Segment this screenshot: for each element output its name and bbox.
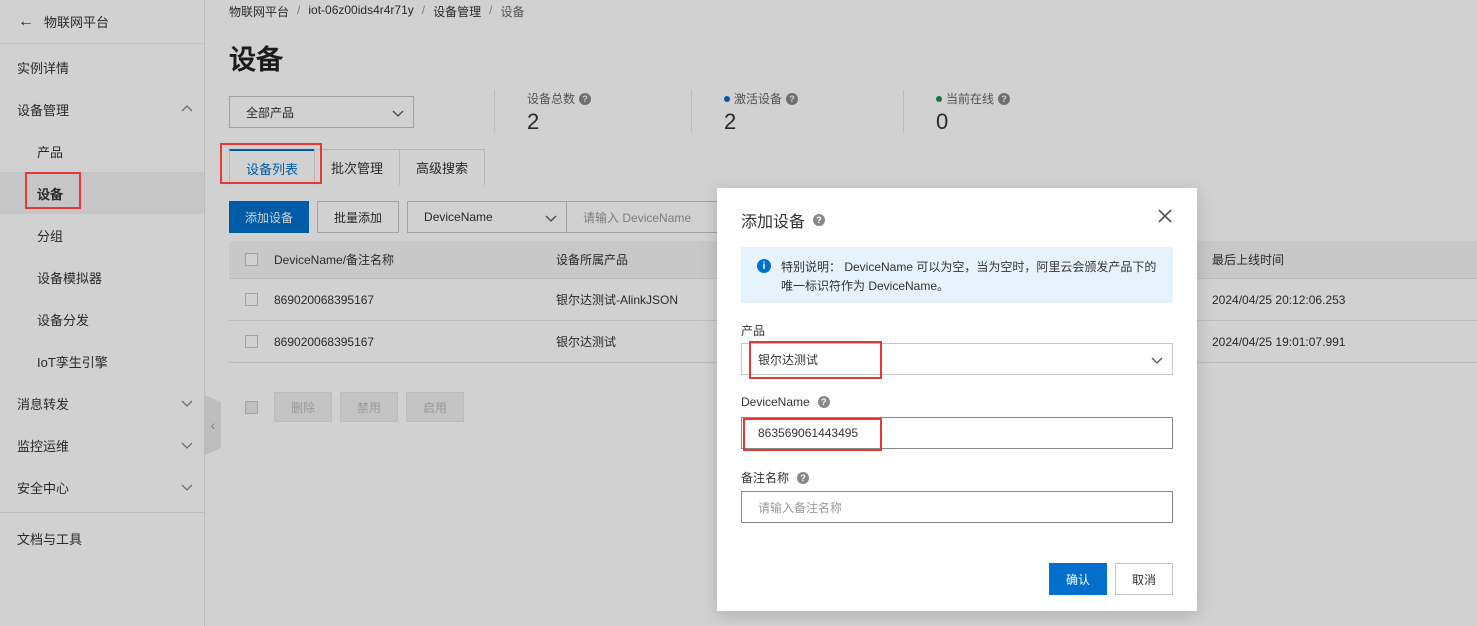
add-device-dialog: 添加设备 ? i 特别说明： DeviceName 可以为空，当为空时，阿里云会…	[717, 188, 1197, 611]
help-icon[interactable]: ?	[813, 214, 826, 226]
info-notice: i 特别说明： DeviceName 可以为空，当为空时，阿里云会颁发产品下的 …	[741, 247, 1173, 303]
annotation-highlight	[25, 172, 81, 209]
help-icon[interactable]: ?	[797, 471, 810, 484]
help-icon[interactable]: ?	[817, 396, 830, 408]
remark-field-label: 备注名称?	[741, 469, 810, 486]
notice-line: 唯一标识符作为 DeviceName。	[781, 279, 950, 293]
notice-line: 特别说明： DeviceName 可以为空，当为空时，阿里云会颁发产品下的	[781, 260, 1157, 274]
annotation-highlight	[743, 418, 882, 451]
label-text: 产品	[741, 324, 766, 338]
label-text: DeviceName	[741, 395, 810, 409]
annotation-highlight	[749, 341, 882, 379]
chevron-down-icon	[1151, 357, 1163, 364]
devicename-field-label: DeviceName?	[741, 395, 830, 409]
remark-input[interactable]: 请输入备注名称	[741, 491, 1173, 523]
confirm-button[interactable]: 确认	[1049, 563, 1107, 595]
product-field-label: 产品	[741, 322, 765, 339]
annotation-highlight	[220, 143, 322, 184]
label-text: 备注名称	[741, 471, 790, 485]
dialog-title-text: 添加设备	[741, 214, 806, 231]
close-icon[interactable]	[1155, 206, 1175, 226]
dialog-title: 添加设备 ?	[741, 208, 826, 232]
info-icon: i	[757, 259, 771, 273]
cancel-button[interactable]: 取消	[1115, 563, 1173, 595]
